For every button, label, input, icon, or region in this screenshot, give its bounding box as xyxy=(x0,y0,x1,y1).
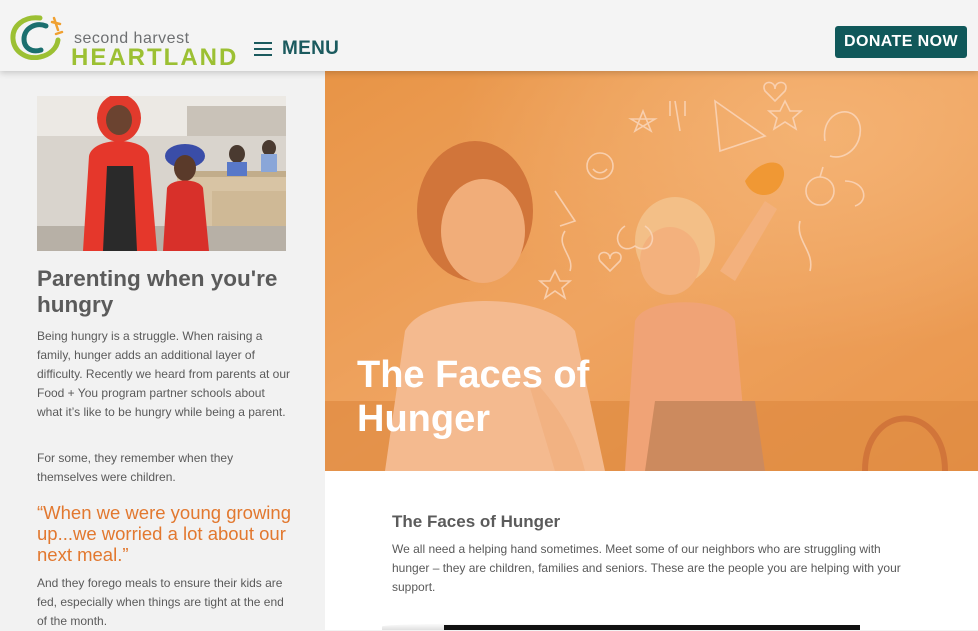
menu-label: MENU xyxy=(282,38,340,59)
hero-title: The Faces of Hunger xyxy=(357,354,590,440)
sidebar-story: Parenting when you're hungry Being hungr… xyxy=(0,71,325,630)
hamburger-icon xyxy=(254,42,272,56)
site-header: second harvest HEARTLAND MENU DONATE NOW xyxy=(0,0,978,71)
video-embed[interactable] xyxy=(444,625,860,630)
logo-wordmark: HEARTLAND xyxy=(71,44,239,71)
story-photo xyxy=(37,96,286,251)
story-paragraph: Being hungry is a struggle. When raising… xyxy=(37,329,291,419)
pull-quote: “When we were young growing up...we worr… xyxy=(37,502,291,565)
story-paragraph: For some, they remember when they themse… xyxy=(37,451,234,484)
menu-button[interactable]: MENU xyxy=(254,38,339,60)
donate-now-button[interactable]: DONATE NOW xyxy=(835,26,967,58)
content-section: The Faces of Hunger We all need a helpin… xyxy=(325,471,978,630)
section-paragraph: We all need a helping hand sometimes. Me… xyxy=(392,542,901,594)
story-paragraph: And they forego meals to ensure their ki… xyxy=(37,576,284,628)
section-title: The Faces of Hunger xyxy=(392,512,561,531)
site-logo[interactable]: second harvest HEARTLAND xyxy=(10,12,236,70)
hero-banner: The Faces of Hunger xyxy=(325,71,978,471)
logo-swirl-icon xyxy=(10,15,64,60)
story-title: Parenting when you're hungry xyxy=(37,266,278,317)
